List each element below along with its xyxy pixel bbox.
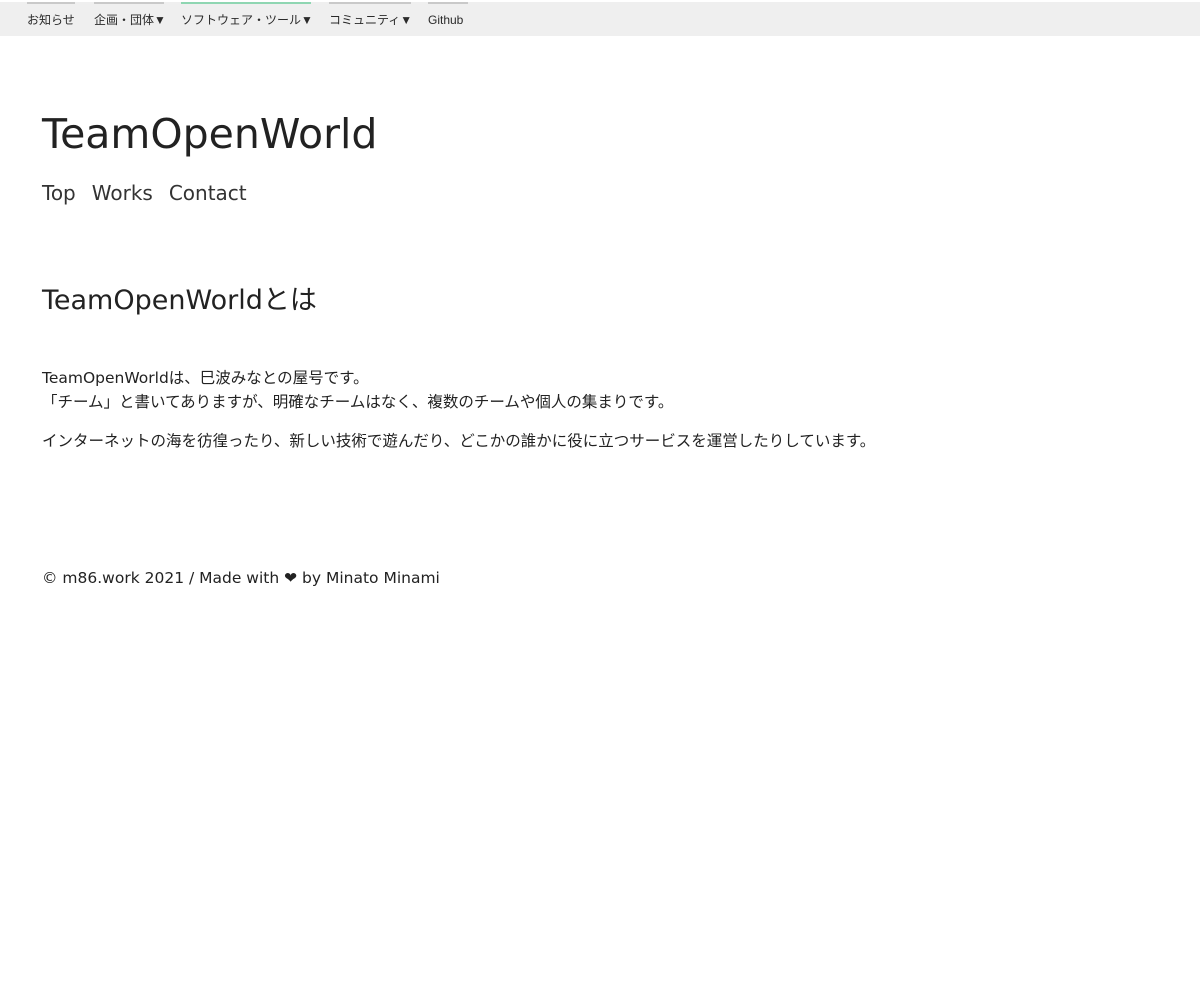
menu-item-projects-groups[interactable]: 企画・団体▼ [94, 2, 166, 36]
menu-item-software-tools[interactable]: ソフトウェア・ツール▼ [181, 2, 313, 36]
activity-paragraph: インターネットの海を彷徨ったり、新しい技術で遊んだり、どこかの誰かに役に立つサー… [42, 432, 876, 450]
site-title[interactable]: TeamOpenWorld [42, 108, 377, 160]
footer-text: © m86.work 2021 / Made with ❤ by Minato … [42, 569, 440, 587]
section-heading: TeamOpenWorldとは [42, 285, 317, 316]
menu-item-github[interactable]: Github [428, 2, 468, 36]
nav-link-top[interactable]: Top [42, 181, 76, 205]
intro-paragraph: TeamOpenWorldは、巳波みなとの屋号です。「チーム」と書いてありますが… [42, 366, 673, 414]
intro-line-1: TeamOpenWorldは、巳波みなとの屋号です。 [42, 369, 369, 387]
menu-item-community[interactable]: コミュニティ▼ [329, 2, 412, 36]
menu-item-news[interactable]: お知らせ [27, 2, 75, 36]
intro-line-2: 「チーム」と書いてありますが、明確なチームはなく、複数のチームや個人の集まりです… [42, 393, 674, 411]
site-nav: Top Works Contact [42, 178, 263, 208]
nav-link-works[interactable]: Works [92, 181, 153, 205]
top-menu-bar: お知らせ 企画・団体▼ ソフトウェア・ツール▼ コミュニティ▼ Github [0, 2, 1200, 36]
nav-link-contact[interactable]: Contact [169, 181, 247, 205]
